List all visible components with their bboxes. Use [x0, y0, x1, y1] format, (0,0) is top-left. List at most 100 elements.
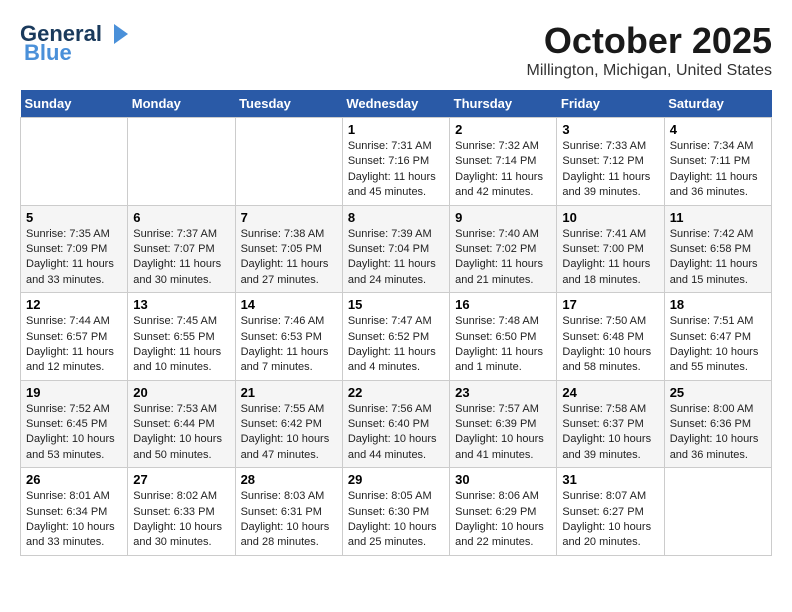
day-header-tuesday: Tuesday — [235, 90, 342, 118]
day-number: 7 — [241, 210, 337, 225]
day-number: 31 — [562, 472, 658, 487]
calendar-cell: 28 Sunrise: 8:03 AM Sunset: 6:31 PM Dayli… — [235, 468, 342, 556]
title-area: October 2025 Millington, Michigan, Unite… — [527, 20, 772, 80]
cell-content: Sunrise: 7:39 AM Sunset: 7:04 PM Dayligh… — [348, 227, 444, 289]
cell-content: Sunrise: 8:03 AM Sunset: 6:31 PM Dayligh… — [241, 489, 337, 551]
day-number: 24 — [562, 385, 658, 400]
day-number: 8 — [348, 210, 444, 225]
day-header-wednesday: Wednesday — [342, 90, 449, 118]
calendar-cell: 12Sunrise: 7:44 AM Sunset: 6:57 PM Dayli… — [21, 293, 128, 381]
calendar-cell: 4Sunrise: 7:34 AM Sunset: 7:11 PM Daylig… — [664, 118, 771, 206]
calendar-cell — [235, 118, 342, 206]
calendar-cell: 11 Sunrise: 7:42 AM Sunset: 6:58 PM Dayli… — [664, 205, 771, 293]
cell-content: Sunrise: 7:44 AM Sunset: 6:57 PM Dayligh… — [26, 314, 122, 376]
day-number: 23 — [455, 385, 551, 400]
calendar-cell: 15Sunrise: 7:47 AM Sunset: 6:52 PM Dayli… — [342, 293, 449, 381]
calendar-cell: 29 Sunrise: 8:05 AM Sunset: 6:30 PM Dayli… — [342, 468, 449, 556]
day-number: 1 — [348, 122, 444, 137]
month-title: October 2025 — [527, 20, 772, 62]
day-number: 6 — [133, 210, 229, 225]
calendar-cell: 1 Sunrise: 7:31 AM Sunset: 7:16 PM Daylig… — [342, 118, 449, 206]
day-number: 26 — [26, 472, 122, 487]
cell-content: Sunrise: 7:40 AM Sunset: 7:02 PM Dayligh… — [455, 227, 551, 289]
day-number: 13 — [133, 297, 229, 312]
calendar-week-5: 26 Sunrise: 8:01 AM Sunset: 6:34 PM Dayli… — [21, 468, 772, 556]
calendar-cell: 31 Sunrise: 8:07 AM Sunset: 6:27 PM Dayli… — [557, 468, 664, 556]
cell-content: Sunrise: 7:37 AM Sunset: 7:07 PM Dayligh… — [133, 227, 229, 289]
cell-content: Sunrise: 7:50 AM Sunset: 6:48 PM Dayligh… — [562, 314, 658, 376]
calendar-cell: 5Sunrise: 7:35 AM Sunset: 7:09 PM Daylig… — [21, 205, 128, 293]
day-number: 25 — [670, 385, 766, 400]
day-number: 22 — [348, 385, 444, 400]
cell-content: Sunrise: 7:58 AM Sunset: 6:37 PM Dayligh… — [562, 402, 658, 464]
calendar-cell: 17 Sunrise: 7:50 AM Sunset: 6:48 PM Dayli… — [557, 293, 664, 381]
day-header-saturday: Saturday — [664, 90, 771, 118]
location: Millington, Michigan, United States — [527, 62, 772, 80]
cell-content: Sunrise: 7:51 AM Sunset: 6:47 PM Dayligh… — [670, 314, 766, 376]
calendar-cell — [664, 468, 771, 556]
day-number: 28 — [241, 472, 337, 487]
day-number: 2 — [455, 122, 551, 137]
day-number: 30 — [455, 472, 551, 487]
calendar-cell: 30 Sunrise: 8:06 AM Sunset: 6:29 PM Dayli… — [450, 468, 557, 556]
calendar-cell: 2 Sunrise: 7:32 AM Sunset: 7:14 PM Daylig… — [450, 118, 557, 206]
day-number: 18 — [670, 297, 766, 312]
calendar-week-2: 5Sunrise: 7:35 AM Sunset: 7:09 PM Daylig… — [21, 205, 772, 293]
calendar-cell: 22 Sunrise: 7:56 AM Sunset: 6:40 PM Dayli… — [342, 380, 449, 468]
cell-content: Sunrise: 7:47 AM Sunset: 6:52 PM Dayligh… — [348, 314, 444, 376]
cell-content: Sunrise: 7:38 AM Sunset: 7:05 PM Dayligh… — [241, 227, 337, 289]
day-header-sunday: Sunday — [21, 90, 128, 118]
calendar-cell: 6 Sunrise: 7:37 AM Sunset: 7:07 PM Daylig… — [128, 205, 235, 293]
day-header-thursday: Thursday — [450, 90, 557, 118]
cell-content: Sunrise: 7:41 AM Sunset: 7:00 PM Dayligh… — [562, 227, 658, 289]
cell-content: Sunrise: 8:01 AM Sunset: 6:34 PM Dayligh… — [26, 489, 122, 551]
cell-content: Sunrise: 7:32 AM Sunset: 7:14 PM Dayligh… — [455, 139, 551, 201]
cell-content: Sunrise: 8:07 AM Sunset: 6:27 PM Dayligh… — [562, 489, 658, 551]
cell-content: Sunrise: 7:33 AM Sunset: 7:12 PM Dayligh… — [562, 139, 658, 201]
calendar-cell: 9Sunrise: 7:40 AM Sunset: 7:02 PM Daylig… — [450, 205, 557, 293]
day-number: 3 — [562, 122, 658, 137]
cell-content: Sunrise: 7:42 AM Sunset: 6:58 PM Dayligh… — [670, 227, 766, 289]
day-number: 20 — [133, 385, 229, 400]
cell-content: Sunrise: 7:56 AM Sunset: 6:40 PM Dayligh… — [348, 402, 444, 464]
day-number: 14 — [241, 297, 337, 312]
calendar-cell: 7 Sunrise: 7:38 AM Sunset: 7:05 PM Daylig… — [235, 205, 342, 293]
day-number: 17 — [562, 297, 658, 312]
calendar-cell: 27 Sunrise: 8:02 AM Sunset: 6:33 PM Dayli… — [128, 468, 235, 556]
day-number: 10 — [562, 210, 658, 225]
logo-arrow-icon — [102, 20, 130, 48]
cell-content: Sunrise: 8:06 AM Sunset: 6:29 PM Dayligh… — [455, 489, 551, 551]
calendar-cell: 26 Sunrise: 8:01 AM Sunset: 6:34 PM Dayli… — [21, 468, 128, 556]
cell-content: Sunrise: 8:00 AM Sunset: 6:36 PM Dayligh… — [670, 402, 766, 464]
calendar-cell: 18 Sunrise: 7:51 AM Sunset: 6:47 PM Dayli… — [664, 293, 771, 381]
cell-content: Sunrise: 8:02 AM Sunset: 6:33 PM Dayligh… — [133, 489, 229, 551]
calendar: SundayMondayTuesdayWednesdayThursdayFrid… — [20, 90, 772, 556]
calendar-cell: 16Sunrise: 7:48 AM Sunset: 6:50 PM Dayli… — [450, 293, 557, 381]
day-header-monday: Monday — [128, 90, 235, 118]
day-number: 29 — [348, 472, 444, 487]
page-header: General Blue October 2025 Millington, Mi… — [20, 20, 772, 80]
cell-content: Sunrise: 7:53 AM Sunset: 6:44 PM Dayligh… — [133, 402, 229, 464]
cell-content: Sunrise: 7:55 AM Sunset: 6:42 PM Dayligh… — [241, 402, 337, 464]
calendar-cell: 14Sunrise: 7:46 AM Sunset: 6:53 PM Dayli… — [235, 293, 342, 381]
day-number: 27 — [133, 472, 229, 487]
calendar-cell — [128, 118, 235, 206]
logo-text-blue: Blue — [24, 40, 72, 66]
calendar-cell: 10 Sunrise: 7:41 AM Sunset: 7:00 PM Dayli… — [557, 205, 664, 293]
day-number: 11 — [670, 210, 766, 225]
cell-content: Sunrise: 7:34 AM Sunset: 7:11 PM Dayligh… — [670, 139, 766, 201]
cell-content: Sunrise: 7:31 AM Sunset: 7:16 PM Dayligh… — [348, 139, 444, 201]
day-number: 21 — [241, 385, 337, 400]
calendar-cell: 21 Sunrise: 7:55 AM Sunset: 6:42 PM Dayli… — [235, 380, 342, 468]
day-header-friday: Friday — [557, 90, 664, 118]
cell-content: Sunrise: 7:45 AM Sunset: 6:55 PM Dayligh… — [133, 314, 229, 376]
calendar-cell: 20 Sunrise: 7:53 AM Sunset: 6:44 PM Dayli… — [128, 380, 235, 468]
cell-content: Sunrise: 7:52 AM Sunset: 6:45 PM Dayligh… — [26, 402, 122, 464]
calendar-week-4: 19Sunrise: 7:52 AM Sunset: 6:45 PM Dayli… — [21, 380, 772, 468]
calendar-header-row: SundayMondayTuesdayWednesdayThursdayFrid… — [21, 90, 772, 118]
cell-content: Sunrise: 8:05 AM Sunset: 6:30 PM Dayligh… — [348, 489, 444, 551]
calendar-cell: 19Sunrise: 7:52 AM Sunset: 6:45 PM Dayli… — [21, 380, 128, 468]
calendar-cell: 23Sunrise: 7:57 AM Sunset: 6:39 PM Dayli… — [450, 380, 557, 468]
cell-content: Sunrise: 7:35 AM Sunset: 7:09 PM Dayligh… — [26, 227, 122, 289]
calendar-cell: 25 Sunrise: 8:00 AM Sunset: 6:36 PM Dayli… — [664, 380, 771, 468]
